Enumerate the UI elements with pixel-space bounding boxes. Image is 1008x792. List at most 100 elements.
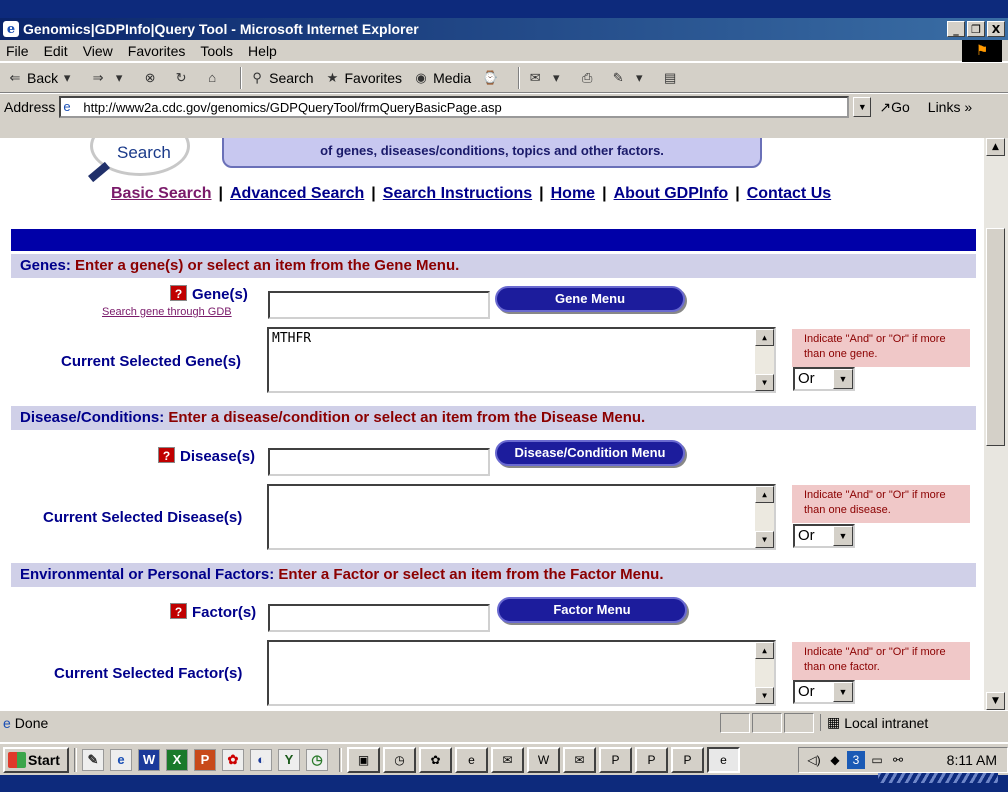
slide-frame-bottom: [0, 775, 1008, 792]
current-genes-textarea[interactable]: MTHFR ▲ ▼: [267, 327, 776, 393]
task-button[interactable]: W: [527, 746, 560, 773]
disease-input[interactable]: [268, 448, 490, 476]
nav-home[interactable]: Home: [551, 185, 595, 202]
home-button[interactable]: ⌂: [203, 69, 224, 87]
task-button[interactable]: e: [455, 746, 488, 773]
print-button[interactable]: ⎙: [578, 69, 599, 87]
menu-edit[interactable]: Edit: [44, 43, 68, 59]
restore-button[interactable]: ❐: [967, 21, 985, 37]
factors-and-or-hint: Indicate "And" or "Or" if more than one …: [792, 642, 970, 680]
media-player-icon[interactable]: ◐: [250, 748, 272, 771]
go-button[interactable]: ↗ Go: [879, 99, 909, 116]
history-button[interactable]: ⌚: [481, 69, 502, 87]
task-button[interactable]: P: [671, 746, 704, 773]
back-button[interactable]: ⇐ Back ▾: [6, 69, 79, 87]
task-button[interactable]: ◷: [383, 746, 416, 773]
scroll-down-icon[interactable]: ▼: [986, 692, 1005, 710]
plant-icon[interactable]: Y: [278, 748, 300, 771]
gene-menu-button[interactable]: Gene Menu: [495, 286, 685, 312]
current-factors-textarea[interactable]: ▲ ▼: [267, 640, 776, 706]
help-icon[interactable]: ?: [170, 603, 187, 619]
nav-basic-search[interactable]: Basic Search: [111, 185, 212, 202]
clock: 8:11 AM: [946, 751, 997, 768]
scroll-up-icon[interactable]: ▲: [986, 138, 1005, 156]
title-bar: e Genomics|GDPInfo|Query Tool - Microsof…: [0, 18, 1008, 40]
help-icon[interactable]: ?: [170, 285, 187, 301]
address-dropdown-button[interactable]: ▼: [853, 97, 872, 117]
task-button[interactable]: ▣: [347, 746, 380, 773]
monitor-icon[interactable]: ▭: [868, 751, 886, 769]
disease-menu-button[interactable]: Disease/Condition Menu: [495, 440, 685, 466]
task-button[interactable]: ✉: [563, 746, 596, 773]
nav-search-instructions[interactable]: Search Instructions: [383, 185, 532, 202]
task-button[interactable]: ✿: [419, 746, 452, 773]
nav-contact-us[interactable]: Contact Us: [747, 185, 831, 202]
volume-icon[interactable]: ◁): [805, 751, 823, 769]
help-icon[interactable]: ?: [158, 447, 175, 463]
page-scrollbar[interactable]: ▲ ▼: [984, 138, 1008, 710]
clock-app-icon[interactable]: ◷: [306, 748, 328, 771]
stop-button[interactable]: ⊗: [141, 69, 162, 87]
nav-advanced-search[interactable]: Advanced Search: [230, 185, 364, 202]
toolbar-divider: [518, 66, 521, 89]
search-gene-gdb-link[interactable]: Search gene through GDB: [102, 306, 232, 318]
excel-icon[interactable]: X: [166, 748, 188, 771]
favorites-button[interactable]: ★ Favorites: [323, 69, 402, 87]
scroll-down-icon[interactable]: ▼: [755, 687, 774, 704]
refresh-icon: ↻: [175, 69, 187, 85]
menu-favorites[interactable]: Favorites: [128, 43, 186, 59]
connection-icon[interactable]: ⚯: [889, 751, 907, 769]
search-label: Search: [269, 69, 314, 86]
menu-tools[interactable]: Tools: [200, 43, 233, 59]
genes-and-or-select[interactable]: Or ▼: [793, 367, 855, 391]
gene-input[interactable]: [268, 291, 490, 319]
factors-and-or-select[interactable]: Or ▼: [793, 680, 855, 704]
toolbar: ⇐ Back ▾ ⇒ ▾ ⊗ ↻ ⌂ ⚲ Search ★ Favorites …: [0, 62, 1008, 93]
network-icon[interactable]: ◆: [826, 751, 844, 769]
media-button[interactable]: ◉ Media: [412, 69, 471, 87]
menu-view[interactable]: View: [83, 43, 113, 59]
forward-button[interactable]: ⇒ ▾: [89, 69, 131, 87]
status-cell: [720, 712, 750, 733]
textarea-scrollbar[interactable]: ▲ ▼: [755, 486, 774, 548]
factor-menu-button[interactable]: Factor Menu: [497, 597, 687, 623]
disease-and-or-select[interactable]: Or ▼: [793, 524, 855, 548]
status-bar: e Done ▦ Local intranet: [0, 710, 1008, 734]
menu-file[interactable]: File: [6, 43, 29, 59]
show-desktop-icon[interactable]: ✎: [82, 748, 104, 771]
refresh-button[interactable]: ↻: [172, 69, 193, 87]
task-button[interactable]: P: [599, 746, 632, 773]
search-button[interactable]: ⚲ Search: [248, 69, 313, 87]
current-diseases-textarea[interactable]: ▲ ▼: [267, 484, 776, 550]
powerpoint-icon[interactable]: P: [194, 748, 216, 771]
dropdown-arrow-icon: ▾: [63, 69, 71, 85]
go-label: Go: [891, 99, 910, 115]
discuss-button[interactable]: ▤: [661, 69, 682, 87]
edit-button[interactable]: ✎ ▾: [609, 69, 651, 87]
scroll-down-icon[interactable]: ▼: [755, 374, 774, 391]
scroll-thumb[interactable]: [986, 228, 1005, 446]
mail-button[interactable]: ✉ ▾: [526, 69, 568, 87]
task-button[interactable]: P: [635, 746, 668, 773]
links-button[interactable]: Links »: [928, 99, 972, 115]
textarea-scrollbar[interactable]: ▲ ▼: [755, 642, 774, 704]
antivirus-icon[interactable]: 3: [847, 750, 865, 769]
scroll-up-icon[interactable]: ▲: [755, 486, 774, 503]
scroll-down-icon[interactable]: ▼: [755, 531, 774, 548]
scroll-up-icon[interactable]: ▲: [755, 642, 774, 659]
start-button[interactable]: Start: [3, 746, 69, 773]
nav-about-gdpinfo[interactable]: About GDPInfo: [614, 185, 729, 202]
close-button[interactable]: X: [987, 21, 1005, 37]
factor-input[interactable]: [268, 604, 490, 632]
task-button[interactable]: ✉: [491, 746, 524, 773]
menu-help[interactable]: Help: [248, 43, 277, 59]
textarea-scrollbar[interactable]: ▲ ▼: [755, 329, 774, 391]
address-input[interactable]: e http://www2a.cdc.gov/genomics/GDPQuery…: [59, 96, 850, 118]
task-button[interactable]: e: [707, 746, 740, 773]
page-icon: e: [3, 714, 11, 731]
scroll-up-icon[interactable]: ▲: [755, 329, 774, 346]
word-icon[interactable]: W: [138, 748, 160, 771]
internet-explorer-icon[interactable]: e: [110, 748, 132, 771]
paint-icon[interactable]: ✿: [222, 748, 244, 771]
minimize-button[interactable]: _: [947, 21, 965, 37]
